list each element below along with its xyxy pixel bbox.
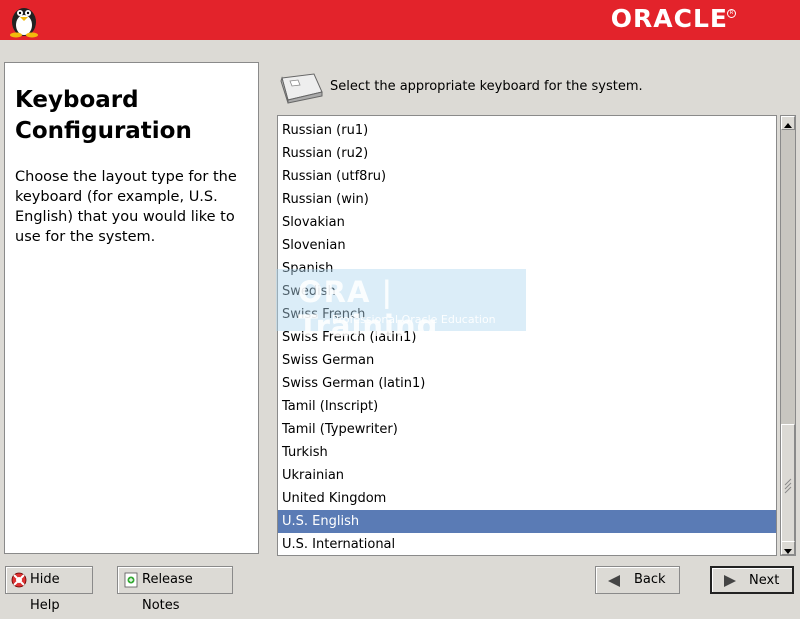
list-item[interactable]: Russian (ru2) (278, 142, 776, 165)
release-notes-button[interactable]: Release Notes (117, 566, 233, 613)
list-item[interactable]: Tamil (Typewriter) (278, 418, 776, 441)
next-label: Next (749, 573, 780, 588)
list-item[interactable]: Turkish (278, 441, 776, 464)
list-item[interactable]: U.S. International (278, 533, 776, 555)
notes-icon (124, 572, 138, 588)
arrow-right-icon (724, 575, 736, 587)
arrow-up-icon (784, 123, 792, 128)
list-item[interactable]: Russian (win) (278, 188, 776, 211)
keyboard-prompt: Select the appropriate keyboard for the … (330, 79, 643, 94)
registered-mark-icon: R (727, 9, 736, 18)
tux-penguin-icon (10, 8, 38, 38)
help-body: Choose the layout type for the keyboard … (15, 169, 237, 245)
list-item[interactable]: Swiss French (278, 303, 776, 326)
list-item[interactable]: Swiss German (278, 349, 776, 372)
oracle-logo: ORACLE (610, 4, 728, 33)
arrow-left-icon (608, 575, 620, 587)
scroll-down-button[interactable] (781, 541, 795, 555)
list-item[interactable]: United Kingdom (278, 487, 776, 510)
list-item[interactable]: Russian (utf8ru) (278, 165, 776, 188)
list-item[interactable]: Tamil (Inscript) (278, 395, 776, 418)
keyboard-layout-list[interactable]: Russian (ru1) Russian (ru2) Russian (utf8r… (277, 115, 777, 556)
hide-help-label: Hide Help (30, 572, 60, 613)
scroll-thumb[interactable] (781, 424, 795, 542)
list-item[interactable]: Slovenian (278, 234, 776, 257)
help-title: Keyboard Configuration (15, 87, 192, 144)
help-panel: Keyboard Configuration Choose the layout… (4, 62, 259, 554)
lifebuoy-icon (11, 572, 27, 588)
list-item[interactable]: Swiss French (latin1) (278, 326, 776, 349)
next-button[interactable]: Next (710, 566, 794, 594)
list-scrollbar[interactable] (780, 115, 796, 556)
list-item[interactable]: Spanish (278, 257, 776, 280)
release-notes-label: Release Notes (142, 572, 193, 613)
scroll-up-button[interactable] (781, 116, 795, 130)
header-bar: ORACLE R (0, 0, 800, 40)
keyboard-icon (280, 73, 323, 104)
back-label: Back (634, 572, 666, 587)
list-item[interactable]: Slovakian (278, 211, 776, 234)
arrow-down-icon (784, 549, 792, 554)
list-item-selected[interactable]: U.S. English (278, 510, 776, 533)
list-item[interactable]: Russian (ru1) (278, 119, 776, 142)
grip-icon (784, 478, 792, 494)
list-item[interactable]: Swiss German (latin1) (278, 372, 776, 395)
list-item[interactable]: Ukrainian (278, 464, 776, 487)
hide-help-button[interactable]: Hide Help (5, 566, 93, 613)
list-item[interactable]: Swedish (278, 280, 776, 303)
back-button[interactable]: Back (595, 566, 680, 594)
